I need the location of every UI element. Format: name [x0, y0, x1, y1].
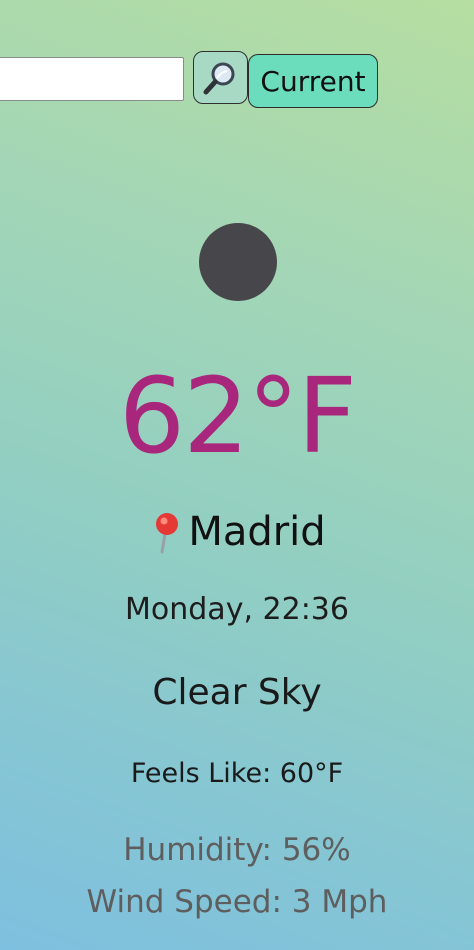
location: Madrid — [0, 506, 474, 558]
feels-like: Feels Like: 60°F — [130, 758, 344, 789]
search-button[interactable] — [193, 51, 248, 104]
pin-icon — [156, 513, 179, 554]
clear-sky-night-icon — [199, 223, 277, 301]
date-time: Monday, 22:36 — [125, 592, 349, 627]
city-search-input[interactable] — [0, 57, 184, 101]
city-name: Madrid — [188, 509, 326, 555]
humidity: Humidity: 56% — [123, 832, 351, 868]
wind-speed: Wind Speed: 3 Mph — [86, 884, 388, 920]
search-icon — [203, 62, 234, 94]
current-location-button[interactable]: Current — [248, 54, 378, 108]
temperature: 62°F — [118, 355, 357, 477]
weather-condition: Clear Sky — [152, 672, 322, 713]
